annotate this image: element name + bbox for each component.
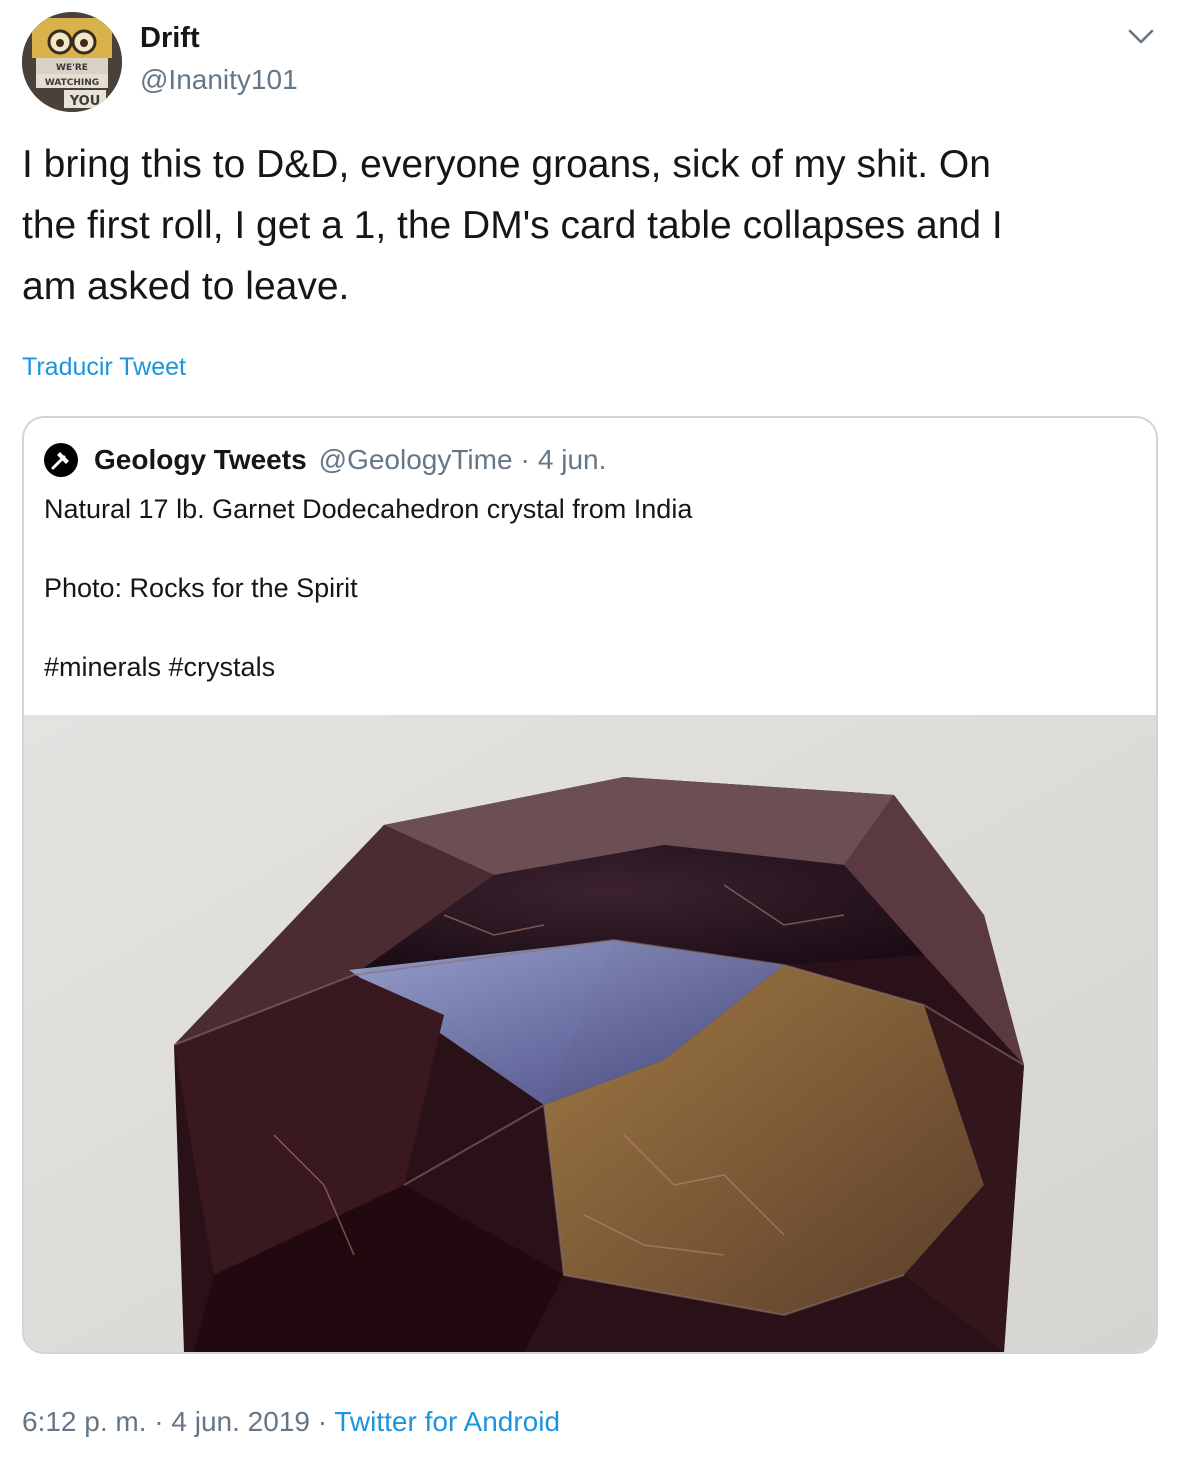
footer-separator: · bbox=[317, 1406, 328, 1437]
avatar-text-1: WE'RE bbox=[56, 63, 88, 73]
quoted-hashtags[interactable]: #minerals #crystals bbox=[44, 652, 275, 683]
tweet-date[interactable]: 4 jun. 2019 bbox=[171, 1406, 310, 1437]
quoted-handle[interactable]: @GeologyTime bbox=[319, 444, 513, 476]
tweet-source-link[interactable]: Twitter for Android bbox=[334, 1406, 560, 1437]
quoted-display-name[interactable]: Geology Tweets bbox=[94, 444, 307, 476]
author-display-name[interactable]: Drift bbox=[140, 22, 200, 55]
quoted-text-line: Natural 17 lb. Garnet Dodecahedron cryst… bbox=[44, 494, 693, 524]
author-handle[interactable]: @Inanity101 bbox=[140, 64, 298, 96]
quoted-date[interactable]: 4 jun. bbox=[538, 444, 607, 476]
rock-hammer-icon bbox=[44, 443, 78, 477]
quoted-meta-separator: · bbox=[520, 444, 530, 475]
avatar-text-3: YOU bbox=[69, 94, 101, 109]
tweet-text: I bring this to D&D, everyone groans, si… bbox=[22, 143, 1003, 308]
quoted-tweet-card[interactable]: Geology Tweets @GeologyTime · 4 jun. Nat… bbox=[22, 416, 1158, 1354]
chevron-down-icon[interactable] bbox=[1126, 24, 1156, 48]
garnet-crystal-photo[interactable] bbox=[24, 715, 1156, 1352]
tweet-time[interactable]: 6:12 p. m. bbox=[22, 1406, 147, 1437]
avatar-text-2: WATCHING bbox=[45, 78, 99, 88]
author-avatar[interactable]: WE'RE WATCHING YOU bbox=[22, 12, 122, 112]
tweet-footer: 6:12 p. m. · 4 jun. 2019 · Twitter for A… bbox=[22, 1406, 560, 1438]
quoted-tweet-header: Geology Tweets @GeologyTime · 4 jun. bbox=[44, 442, 606, 478]
quoted-text-line: Photo: Rocks for the Spirit bbox=[44, 573, 358, 603]
footer-separator: · bbox=[154, 1406, 164, 1437]
avatar-image: WE'RE WATCHING YOU bbox=[22, 12, 122, 112]
translate-tweet-link[interactable]: Traducir Tweet bbox=[22, 353, 186, 382]
